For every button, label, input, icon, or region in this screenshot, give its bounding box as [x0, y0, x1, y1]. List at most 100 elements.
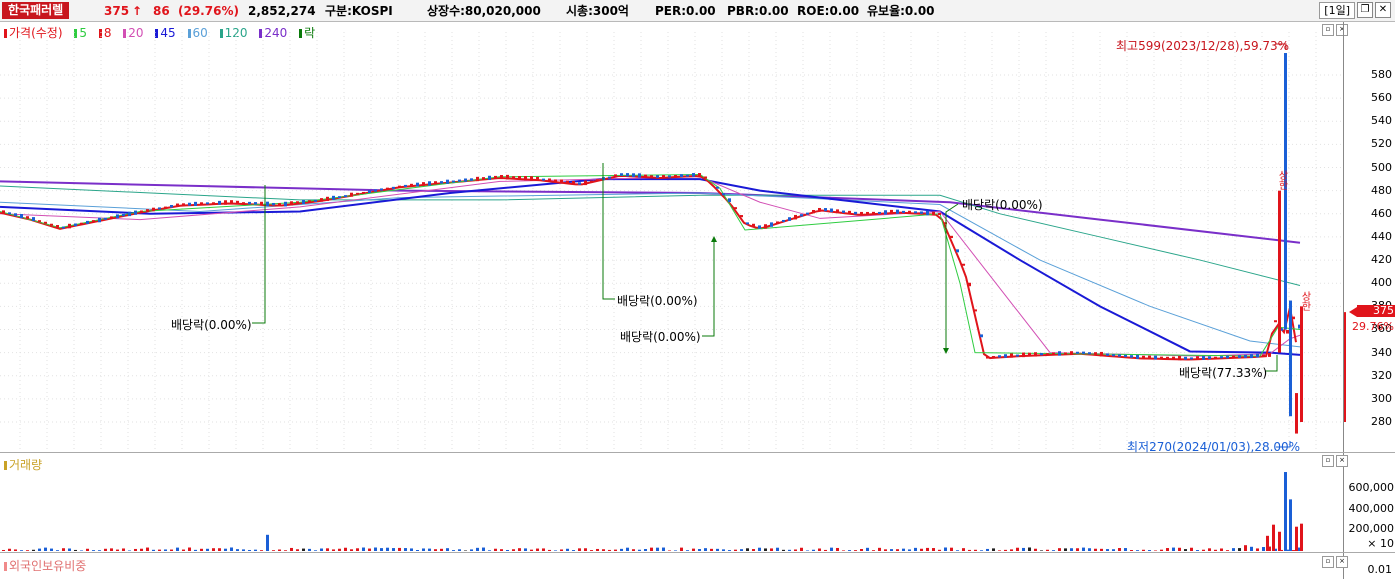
volume-tick: 400,000	[1348, 502, 1395, 515]
foreign-panel-controls: ▫ ×	[1322, 556, 1348, 568]
volume-bar	[482, 547, 485, 551]
price-candle	[44, 221, 47, 224]
price-candle	[332, 195, 335, 200]
price-candle	[1202, 356, 1205, 360]
volume-bar	[824, 549, 827, 551]
panel-maximize-icon[interactable]: ▫	[1322, 556, 1334, 568]
volume-bar	[1184, 549, 1187, 551]
volume-bar	[842, 550, 845, 551]
price-candle	[32, 217, 35, 221]
price-candle	[758, 225, 761, 229]
volume-bar	[368, 548, 371, 551]
volume-bar	[830, 547, 833, 551]
volume-bar	[704, 548, 707, 551]
panel-divider	[0, 552, 1395, 553]
price-candle	[362, 191, 365, 194]
volume-bar	[524, 548, 527, 551]
price-candle	[1184, 356, 1187, 360]
volume-bar	[1040, 550, 1043, 551]
price-candle	[434, 181, 437, 185]
volume-bar	[878, 547, 881, 551]
foreign-legend[interactable]: 외국인보유비중	[4, 557, 90, 574]
volume-bar	[98, 550, 101, 551]
volume-bar	[956, 550, 959, 551]
price-candle	[530, 176, 533, 181]
volume-bar	[1088, 548, 1091, 551]
volume-bar	[350, 549, 353, 551]
volume-bar	[1196, 550, 1199, 551]
volume-bar	[1082, 547, 1085, 551]
volume-bar	[1226, 550, 1229, 551]
volume-bar	[152, 549, 155, 551]
price-candle	[308, 200, 311, 203]
price-candle	[554, 179, 557, 182]
price-candle	[440, 181, 443, 184]
volume-bar	[326, 548, 329, 551]
volume-bar	[1100, 548, 1103, 551]
volume-bar	[440, 548, 443, 551]
low-annotation: 최저270(2024/01/03),28.00%	[1127, 440, 1301, 454]
volume-bar	[32, 549, 35, 551]
panel-close-icon[interactable]: ×	[1336, 556, 1348, 568]
volume-bar	[128, 550, 131, 551]
volume-bar	[248, 549, 251, 551]
price-candle	[980, 334, 983, 338]
panel-close-icon[interactable]: ×	[1336, 455, 1348, 467]
price-candle	[1178, 356, 1181, 361]
volume-bar	[392, 548, 395, 551]
volume-bar	[140, 548, 143, 551]
price-tick: 340	[1371, 345, 1392, 359]
volume-bar	[1034, 548, 1037, 551]
price-candle	[50, 223, 53, 226]
price-candle	[902, 210, 905, 213]
volume-bar	[1010, 549, 1013, 551]
volume-bar	[1278, 531, 1281, 551]
price-candle	[578, 182, 581, 185]
price-candle	[728, 198, 731, 202]
price-candle	[842, 210, 845, 213]
price-chart[interactable]	[0, 0, 1395, 579]
price-candle	[974, 309, 977, 312]
volume-bar	[680, 547, 683, 551]
price-tick: 560	[1371, 91, 1392, 105]
price-candle	[194, 201, 197, 206]
volume-bar	[434, 549, 437, 551]
price-candle	[500, 175, 503, 179]
volume-bar	[512, 549, 515, 551]
volume-bar	[998, 550, 1001, 551]
price-candle	[764, 224, 767, 229]
dividend-line	[945, 203, 959, 350]
price-candle	[1088, 352, 1091, 355]
volume-bar	[1232, 548, 1235, 551]
volume-bar	[650, 547, 653, 551]
price-candle	[230, 200, 233, 205]
volume-bar	[740, 549, 743, 551]
volume-bar	[884, 549, 887, 551]
volume-bar	[50, 548, 53, 551]
volume-tick: 600,000	[1348, 481, 1395, 494]
volume-bar	[860, 548, 863, 551]
price-candle	[704, 176, 707, 179]
volume-bar	[506, 549, 509, 551]
price-tick: 500	[1371, 160, 1392, 174]
price-tick: 520	[1371, 137, 1392, 151]
volume-bar	[980, 550, 983, 551]
price-candle	[1082, 351, 1085, 354]
volume-bar	[398, 547, 401, 551]
volume-legend[interactable]: 거래량	[4, 456, 46, 473]
price-candle	[698, 173, 701, 177]
volume-bar	[548, 549, 551, 551]
volume-bar	[158, 549, 161, 551]
price-candle	[692, 173, 695, 177]
price-candle	[242, 202, 245, 205]
volume-bar	[272, 550, 275, 551]
volume-bar	[530, 549, 533, 551]
volume-bar	[1250, 546, 1253, 551]
panel-maximize-icon[interactable]: ▫	[1322, 455, 1334, 467]
volume-bar	[1064, 548, 1067, 551]
volume-bar	[320, 548, 323, 551]
price-candle	[932, 211, 935, 215]
price-candle	[1286, 330, 1289, 334]
current-price-tag: 375	[1357, 305, 1395, 317]
price-candle	[1010, 353, 1013, 358]
